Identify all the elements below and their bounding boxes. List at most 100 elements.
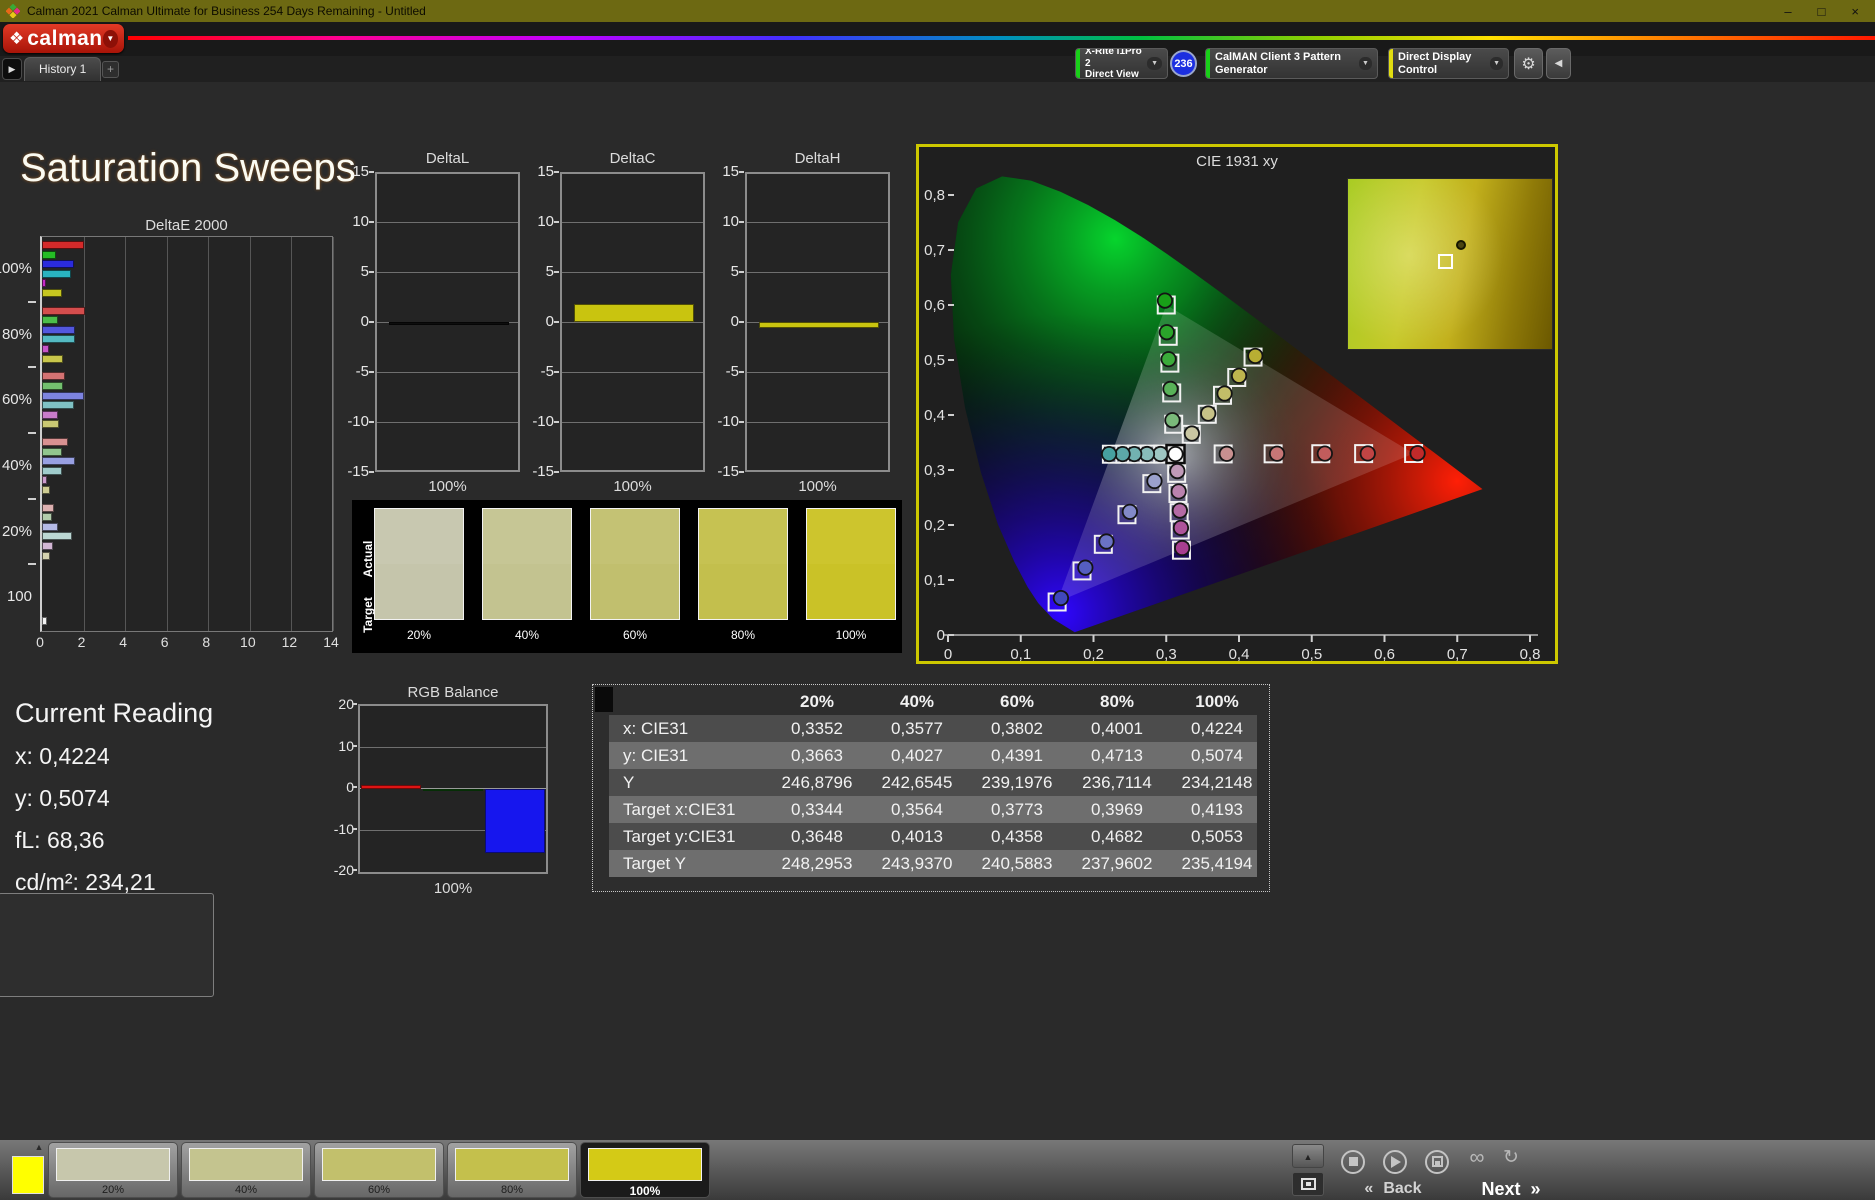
table-row: Y246,8796242,6545239,1976236,7114234,214… (609, 769, 1257, 796)
svg-text:0,6: 0,6 (924, 297, 945, 314)
next-button[interactable]: Next » (1456, 1178, 1566, 1200)
level-swatch-button-20%[interactable]: 20% (48, 1142, 178, 1198)
page-title: Saturation Sweeps (20, 146, 356, 191)
stop-button[interactable] (1334, 1146, 1372, 1177)
deltae-bar (42, 542, 53, 550)
meter-mode: Direct View (1085, 69, 1142, 79)
refresh-icon[interactable]: ↻ (1496, 1146, 1526, 1177)
svg-text:0,2: 0,2 (924, 517, 945, 534)
back-icon: « (1364, 1180, 1373, 1198)
cie-measured-point-yellow (1201, 406, 1215, 420)
tab-history-1[interactable]: History 1 (24, 57, 101, 81)
play-button[interactable] (1376, 1146, 1414, 1177)
rgb-tick (352, 869, 357, 871)
back-button[interactable]: « Back (1334, 1178, 1452, 1200)
deltaH-gridline (747, 422, 888, 423)
deltae-bar (42, 270, 71, 278)
up-arrow-icon[interactable]: ▲ (30, 1142, 48, 1154)
rgb-tick (352, 745, 357, 747)
rgb-balance-plot (358, 704, 548, 874)
meter-name: X-Rite i1Pro 2 (1085, 48, 1142, 69)
level-swatch-button-100%[interactable]: 100% (580, 1142, 710, 1198)
panel-expand-icon[interactable]: ▶ (2, 58, 22, 80)
deltae-axis-tick (28, 366, 36, 368)
table-row-label: y: CIE31 (615, 742, 757, 769)
deltae-bar (42, 411, 58, 419)
save-button[interactable] (1418, 1146, 1456, 1177)
chevron-down-icon[interactable]: ▼ (103, 30, 118, 48)
table-column-header: 100% (1167, 688, 1267, 715)
table-column-header: 60% (967, 688, 1067, 715)
reading-fl: fL: 68,36 (15, 827, 315, 854)
deltaC-y-tick-label: -10 (532, 413, 554, 430)
deltae-bar (42, 552, 50, 560)
deltaH-tick (739, 371, 744, 373)
level-swatch-button-40%[interactable]: 40% (181, 1142, 311, 1198)
deltae-axis-tick (28, 563, 36, 565)
deltaC-y-tick-label: 0 (546, 313, 554, 330)
pattern-generator-dropdown[interactable]: CalMAN Client 3 Pattern Generator ▼ (1205, 48, 1378, 79)
chevron-down-icon[interactable]: ▼ (1359, 57, 1372, 70)
deltae-group-label: 100% (0, 260, 32, 277)
deltae-group-label: 20% (2, 523, 32, 540)
patch-level-label: 100% (806, 628, 896, 642)
swatch-label: 100% (581, 1184, 709, 1198)
deltae-bar (42, 279, 46, 287)
table-column-header: 40% (867, 688, 967, 715)
svg-text:0,7: 0,7 (924, 242, 945, 259)
chevron-down-icon[interactable]: ▼ (1147, 57, 1162, 70)
measurement-table: 20%40%60%80%100%x: CIE310,33520,35770,38… (592, 684, 1270, 892)
inset-measured-dot-icon (1456, 240, 1466, 250)
deltaL-gridline (377, 372, 518, 373)
display-control-dropdown[interactable]: Direct Display Control ▼ (1388, 48, 1509, 79)
deltaH-tick (739, 221, 744, 223)
deltae-bar (42, 326, 75, 334)
app-window: Calman 2021 Calman Ultimate for Business… (0, 0, 1875, 1200)
gear-icon[interactable]: ⚙ (1514, 48, 1543, 79)
deltae-x-tick-label: 4 (119, 634, 127, 650)
chevron-down-icon[interactable]: ▼ (1490, 57, 1503, 70)
deltae-bar (42, 355, 63, 363)
meter-count-badge[interactable]: 236 (1170, 50, 1197, 77)
close-button[interactable]: × (1851, 4, 1859, 19)
scroll-up-button[interactable]: ▲ (1292, 1144, 1324, 1168)
swatch-color (322, 1148, 436, 1181)
table-row: x: CIE310,33520,35770,38020,40010,4224 (609, 715, 1257, 742)
cie-1931-panel[interactable]: CIE 1931 xy 00,10,20,30,40,50,60,70,800,… (916, 144, 1558, 664)
patch-20% (374, 508, 464, 620)
deltae-bar (42, 372, 65, 380)
deltaL-tick (369, 271, 374, 273)
collapse-panel-icon[interactable]: ◀ (1546, 48, 1571, 79)
deltaH-plot (745, 172, 890, 472)
deltaL-gridline (377, 272, 518, 273)
table-row-label: Target x:CIE31 (615, 796, 757, 823)
add-tab-button[interactable]: + (102, 61, 119, 78)
level-swatch-button-60%[interactable]: 60% (314, 1142, 444, 1198)
level-swatch-button-80%[interactable]: 80% (447, 1142, 577, 1198)
patch-80% (698, 508, 788, 620)
pattern-window-button[interactable] (1292, 1172, 1324, 1196)
link-icon[interactable]: ∞ (1462, 1146, 1492, 1177)
cie-measured-point-yellow (1185, 426, 1199, 440)
calman-menu-button[interactable]: ❖ calman ▼ (3, 24, 124, 53)
rgb-balance-title: RGB Balance (358, 684, 548, 701)
table-cell: 235,4194 (1167, 850, 1267, 877)
maximize-button[interactable]: □ (1818, 4, 1826, 19)
deltaH-y-tick-label: 10 (722, 213, 739, 230)
table-cell: 0,4358 (967, 823, 1067, 850)
meter-dropdown[interactable]: X-Rite i1Pro 2 Direct View ▼ (1075, 48, 1168, 79)
swatch-label: 20% (49, 1184, 177, 1196)
deltae-chart-title: DeltaE 2000 (40, 217, 333, 234)
cie-measured-point-magenta (1174, 521, 1188, 535)
deltae-bar (42, 289, 62, 297)
deltaC-tick (554, 471, 559, 473)
bottom-control-bar: ▲ 20% 40%60%80% 100% ▲ (0, 1140, 1875, 1200)
patch-level-label: 80% (698, 628, 788, 642)
table-cell: 0,3802 (967, 715, 1067, 742)
minimize-button[interactable]: – (1784, 4, 1791, 19)
current-color-patch[interactable] (12, 1156, 44, 1194)
current-reading-title: Current Reading (15, 698, 315, 729)
play-icon (1391, 1156, 1401, 1168)
table-cell: 0,3663 (767, 742, 867, 769)
deltae-bar (42, 467, 62, 475)
